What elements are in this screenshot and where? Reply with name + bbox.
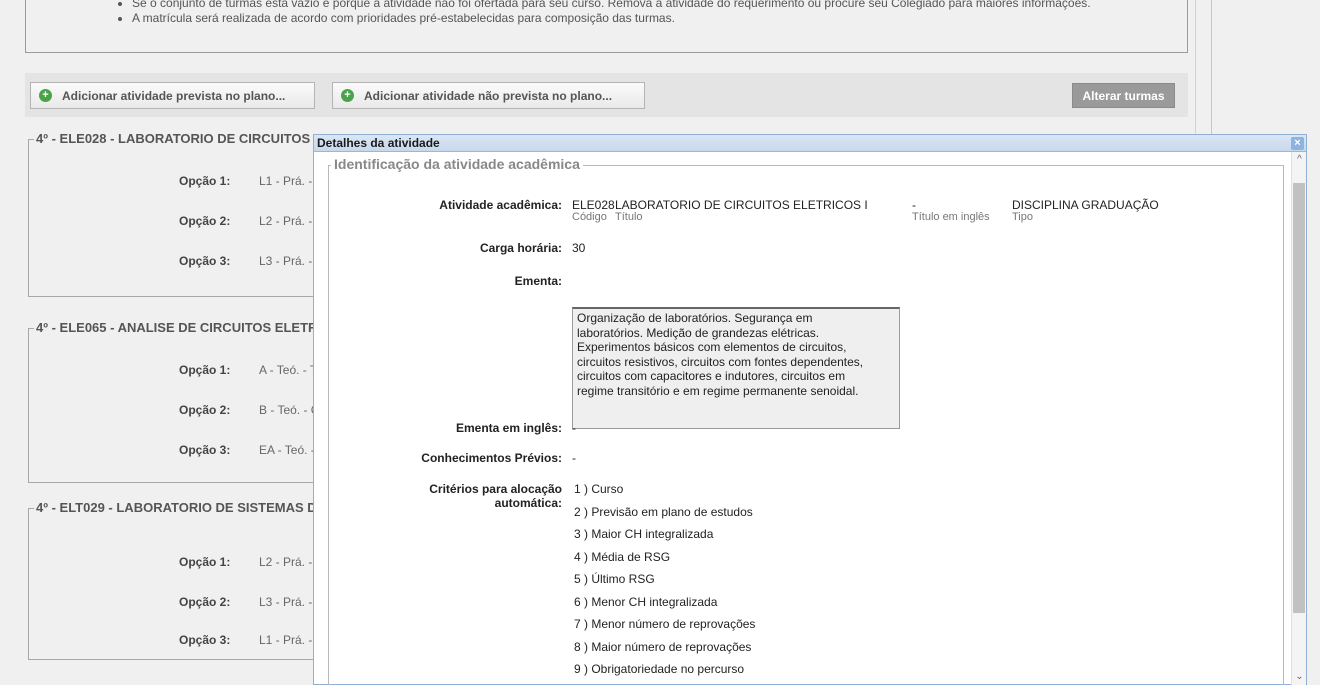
activity-code-caption: Código <box>572 211 607 223</box>
button-label: Adicionar atividade não prevista no plan… <box>364 88 613 103</box>
option-label: Opção 1: <box>179 555 231 569</box>
workload-value: 30 <box>572 241 586 255</box>
criteria-item: 5 ) Último RSG <box>574 572 655 586</box>
action-bar: + Adicionar atividade prevista no plano.… <box>25 73 1188 117</box>
criteria-item: 3 ) Maior CH integralizada <box>574 527 714 541</box>
activity-title-en: - <box>912 198 916 212</box>
dialog-titlebar[interactable]: Detalhes da atividade × <box>314 135 1306 152</box>
activity-type: DISCIPLINA GRADUAÇÃO <box>1012 198 1159 212</box>
activity-group: 4º - ELT029 - LABORATORIO DE SISTEMAS DI… <box>28 500 366 660</box>
option-row[interactable]: Opção 1: L2 - Prá. - <box>29 555 329 573</box>
option-label: Opção 3: <box>179 633 231 647</box>
dialog-title: Detalhes da atividade <box>317 136 440 150</box>
option-label: Opção 1: <box>179 174 231 188</box>
scroll-down-icon[interactable]: ⌄ <box>1292 669 1307 685</box>
criteria-item: 2 ) Previsão em plano de estudos <box>574 505 753 519</box>
field-label: Conhecimentos Prévios: <box>421 451 562 465</box>
prerequisites-value: - <box>572 451 576 465</box>
syllabus-line: circuitos resistivos, circuitos com font… <box>577 354 864 369</box>
section-title: Identificação da atividade acadêmica <box>331 156 583 172</box>
option-row[interactable]: Opção 3: L3 - Prá. - <box>29 254 329 272</box>
option-label: Opção 3: <box>179 254 231 268</box>
option-value: A - Teó. - T <box>259 363 318 377</box>
plus-icon: + <box>341 89 354 102</box>
syllabus-textarea[interactable]: Organização de laboratórios. Segurança e… <box>572 307 900 429</box>
activity-code: ELE028 <box>572 198 615 212</box>
option-value: L1 - Prá. - <box>259 174 313 188</box>
option-label: Opção 2: <box>179 595 231 609</box>
criteria-item: 1 ) Curso <box>574 482 624 496</box>
option-row[interactable]: Opção 3: EA - Teó. - <box>29 443 329 461</box>
identification-fieldset: Identificação da atividade acadêmica Ati… <box>328 156 1284 685</box>
dialog-scrollbar[interactable]: ^ ⌄ <box>1291 152 1306 685</box>
activity-group: 4º - ELE065 - ANALISE DE CIRCUITOS ELETR… <box>28 320 360 483</box>
notice-line: Se o conjunto de turmas está vazio é por… <box>132 0 1187 11</box>
group-title: 4º - ELE065 - ANALISE DE CIRCUITOS ELETR… <box>29 320 360 335</box>
option-label: Opção 2: <box>179 403 231 417</box>
button-label: Adicionar atividade prevista no plano... <box>62 88 286 103</box>
activity-title: LABORATORIO DE CIRCUITOS ELETRICOS I <box>615 198 868 212</box>
field-label: Carga horária: <box>479 241 562 255</box>
add-unplanned-activity-button[interactable]: + Adicionar atividade não prevista no pl… <box>332 82 645 109</box>
criteria-item: 7 ) Menor número de reprovações <box>574 617 756 631</box>
activity-title-caption: Título <box>615 211 643 223</box>
option-label: Opção 3: <box>179 443 231 457</box>
field-label: Critérios para alocação <box>429 482 562 496</box>
syllabus-line: regime transitório e em regime permanent… <box>577 383 859 398</box>
field-label: automática: <box>494 496 562 510</box>
option-row[interactable]: Opção 2: L3 - Prá. - <box>29 595 329 613</box>
option-value: L3 - Prá. - <box>259 595 313 609</box>
syllabus-line: Organização de laboratórios. Segurança e… <box>577 311 813 325</box>
option-value: L1 - Prá. - <box>259 633 313 647</box>
option-value: B - Teó. - C <box>259 403 320 417</box>
option-value: L2 - Prá. - <box>259 214 313 228</box>
option-value: L3 - Prá. - <box>259 254 313 268</box>
notice-box: Se o conjunto de turmas está vazio é por… <box>25 0 1188 53</box>
option-row[interactable]: Opção 1: A - Teó. - T <box>29 363 329 381</box>
plus-icon: + <box>39 89 52 102</box>
criteria-item: 8 ) Maior número de reprovações <box>574 640 752 654</box>
option-row[interactable]: Opção 3: L1 - Prá. - <box>29 633 329 651</box>
syllabus-line: Experimentos básicos com elementos de ci… <box>577 340 847 354</box>
field-label: Ementa em inglês: <box>455 421 562 435</box>
scroll-up-icon[interactable]: ^ <box>1292 152 1307 168</box>
close-icon[interactable]: × <box>1291 137 1304 150</box>
field-label: Ementa: <box>514 274 562 288</box>
option-row[interactable]: Opção 2: L2 - Prá. - <box>29 214 329 232</box>
add-planned-activity-button[interactable]: + Adicionar atividade prevista no plano.… <box>30 82 315 109</box>
option-value: EA - Teó. - <box>259 443 315 457</box>
option-row[interactable]: Opção 2: B - Teó. - C <box>29 403 329 421</box>
syllabus-line: circuitos com capacitores e indutores, c… <box>577 369 846 383</box>
option-label: Opção 2: <box>179 214 231 228</box>
change-classes-button[interactable]: Alterar turmas <box>1072 83 1175 108</box>
criteria-item: 4 ) Média de RSG <box>574 550 671 564</box>
option-value: L2 - Prá. - <box>259 555 313 569</box>
scrollbar-thumb[interactable] <box>1293 183 1305 613</box>
option-row[interactable]: Opção 1: L1 - Prá. - <box>29 174 329 192</box>
activity-title-en-caption: Título em inglês <box>912 211 990 223</box>
activity-details-dialog: Detalhes da atividade × Identificação da… <box>313 134 1307 685</box>
activity-type-caption: Tipo <box>1012 211 1033 223</box>
syllabus-line: laboratórios. Medição de grandezas elétr… <box>577 325 820 340</box>
option-label: Opção 1: <box>179 363 231 377</box>
syllabus-en-value: - <box>572 421 576 435</box>
field-label: Atividade acadêmica: <box>439 198 562 212</box>
activity-group: 4º - ELE028 - LABORATORIO DE CIRCUITOS E… <box>28 131 399 297</box>
criteria-item: 6 ) Menor CH integralizada <box>574 595 718 609</box>
notice-line: A matrícula será realizada de acordo com… <box>132 11 1187 26</box>
criteria-item: 9 ) Obrigatoriedade no percurso <box>574 662 745 676</box>
